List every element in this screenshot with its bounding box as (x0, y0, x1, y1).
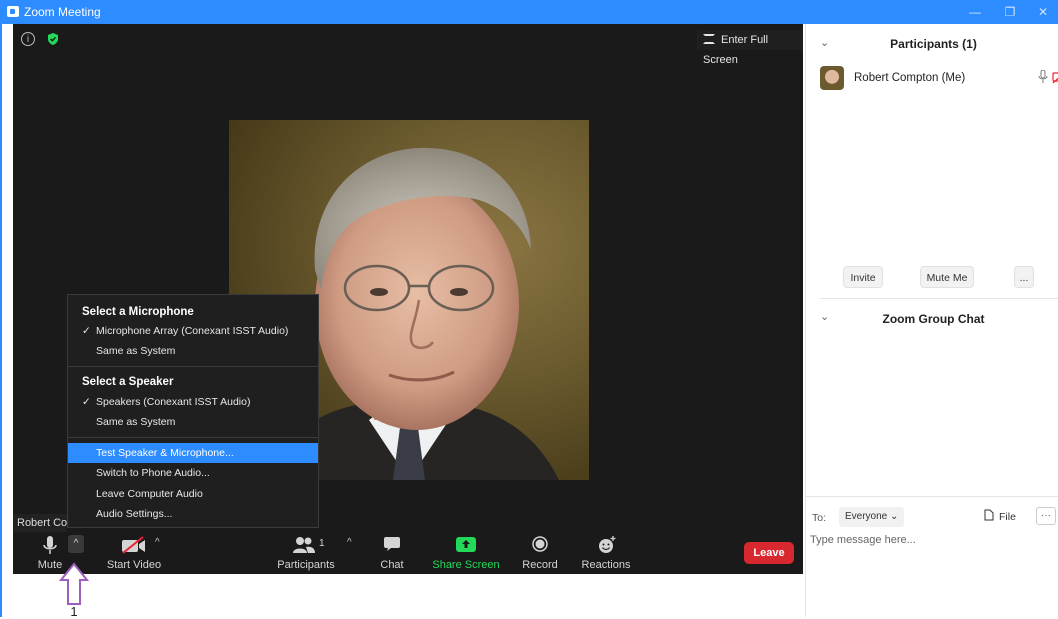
to-label: To: (812, 512, 827, 524)
menu-divider (68, 437, 318, 438)
security-shield-icon[interactable] (45, 31, 61, 47)
side-panel: ⌄ Participants (1) Robert Compton (Me) I… (805, 24, 1058, 617)
record-label: Record (522, 559, 558, 571)
minimize-button[interactable]: — (962, 3, 988, 21)
zoom-logo-icon (7, 6, 19, 17)
file-icon (984, 509, 994, 521)
select-speaker-heading: Select a Speaker (82, 376, 174, 388)
chat-panel-title: Zoom Group Chat (882, 312, 985, 326)
mute-me-button[interactable]: Mute Me (920, 266, 974, 288)
title-bar: Zoom Meeting — ❐ ✕ (2, 0, 1058, 24)
close-button[interactable]: ✕ (1030, 3, 1056, 21)
participants-options-caret-button[interactable]: ^ (347, 537, 352, 548)
chat-label: Chat (380, 559, 404, 571)
speaker-option-label: Same as System (96, 416, 176, 428)
fullscreen-icon (703, 34, 715, 44)
record-button[interactable]: Record (517, 532, 563, 574)
microphone-option-label: Same as System (96, 345, 176, 357)
chat-button[interactable]: Chat (375, 532, 409, 574)
speaker-option-conexant[interactable]: ✓ Speakers (Conexant ISST Audio) (68, 392, 318, 412)
microphone-option-array[interactable]: ✓ Microphone Array (Conexant ISST Audio) (68, 321, 318, 341)
chat-composer: To: Everyone ⌄ File ··· (806, 496, 1058, 618)
participants-button[interactable]: 1 Participants (275, 532, 337, 574)
file-label: File (999, 511, 1016, 523)
avatar (820, 66, 844, 90)
video-options-caret-button[interactable]: ^ (155, 537, 160, 548)
recipient-dropdown[interactable]: Everyone ⌄ (839, 507, 905, 527)
chat-bubble-icon (384, 537, 400, 551)
meeting-info-icon[interactable]: i (21, 32, 35, 46)
participants-panel-title: Participants (1) (890, 37, 977, 51)
window-title: Zoom Meeting (24, 5, 101, 19)
microphone-option-same-as-system[interactable]: Same as System (68, 341, 318, 361)
reactions-button[interactable]: Reactions (579, 532, 633, 574)
file-button[interactable]: File (984, 509, 1016, 523)
participant-row[interactable]: Robert Compton (Me) (820, 66, 1058, 92)
participant-name: Robert Compton (Me) (854, 72, 966, 84)
meeting-toolbar: Mute ^ Start Video ^ 1 Participants ^ Ch… (13, 532, 803, 574)
participants-more-button[interactable]: ... (1014, 266, 1034, 288)
test-speaker-microphone-item[interactable]: Test Speaker & Microphone... (68, 443, 318, 463)
microphone-option-label: Microphone Array (Conexant ISST Audio) (96, 325, 289, 337)
annotation-arrow-icon (58, 562, 90, 605)
participants-label: Participants (277, 559, 335, 571)
microphone-icon (43, 536, 57, 554)
panel-divider (820, 298, 1058, 299)
reactions-smiley-icon (599, 536, 616, 553)
leave-button[interactable]: Leave (744, 542, 794, 564)
share-screen-icon (456, 537, 476, 552)
app-window: Zoom Meeting — ❐ ✕ i Enter Full Screen R… (0, 0, 1058, 619)
leave-computer-audio-item[interactable]: Leave Computer Audio (68, 484, 318, 504)
video-camera-off-icon (122, 536, 145, 554)
start-video-label: Start Video (106, 559, 162, 571)
participants-count: 1 (319, 538, 325, 549)
participant-microphone-icon[interactable] (1038, 70, 1048, 84)
chat-more-button[interactable]: ··· (1036, 507, 1056, 525)
audio-options-caret-button[interactable]: ^ (68, 535, 84, 553)
speaker-option-same-as-system[interactable]: Same as System (68, 412, 318, 432)
participants-icon (293, 537, 315, 553)
audio-options-menu: Select a Microphone ✓ Microphone Array (… (67, 294, 319, 528)
check-icon: ✓ (82, 396, 91, 408)
invite-button[interactable]: Invite (843, 266, 883, 288)
select-microphone-heading: Select a Microphone (82, 306, 194, 318)
share-screen-button[interactable]: Share Screen (432, 532, 500, 574)
reactions-label: Reactions (581, 559, 631, 571)
audio-settings-item[interactable]: Audio Settings... (68, 504, 318, 524)
switch-to-phone-audio-item[interactable]: Switch to Phone Audio... (68, 463, 318, 483)
participant-name-tag: Robert Compton (13, 514, 67, 532)
check-icon: ✓ (82, 325, 91, 337)
menu-divider (68, 366, 318, 367)
share-screen-label: Share Screen (432, 559, 500, 571)
speaker-option-label: Speakers (Conexant ISST Audio) (96, 396, 251, 408)
record-icon (532, 536, 548, 552)
enter-full-screen-button[interactable]: Enter Full Screen (697, 30, 803, 66)
restore-button[interactable]: ❐ (997, 3, 1023, 21)
participant-video-off-icon[interactable] (1052, 70, 1058, 84)
chat-message-input[interactable] (808, 529, 1057, 551)
